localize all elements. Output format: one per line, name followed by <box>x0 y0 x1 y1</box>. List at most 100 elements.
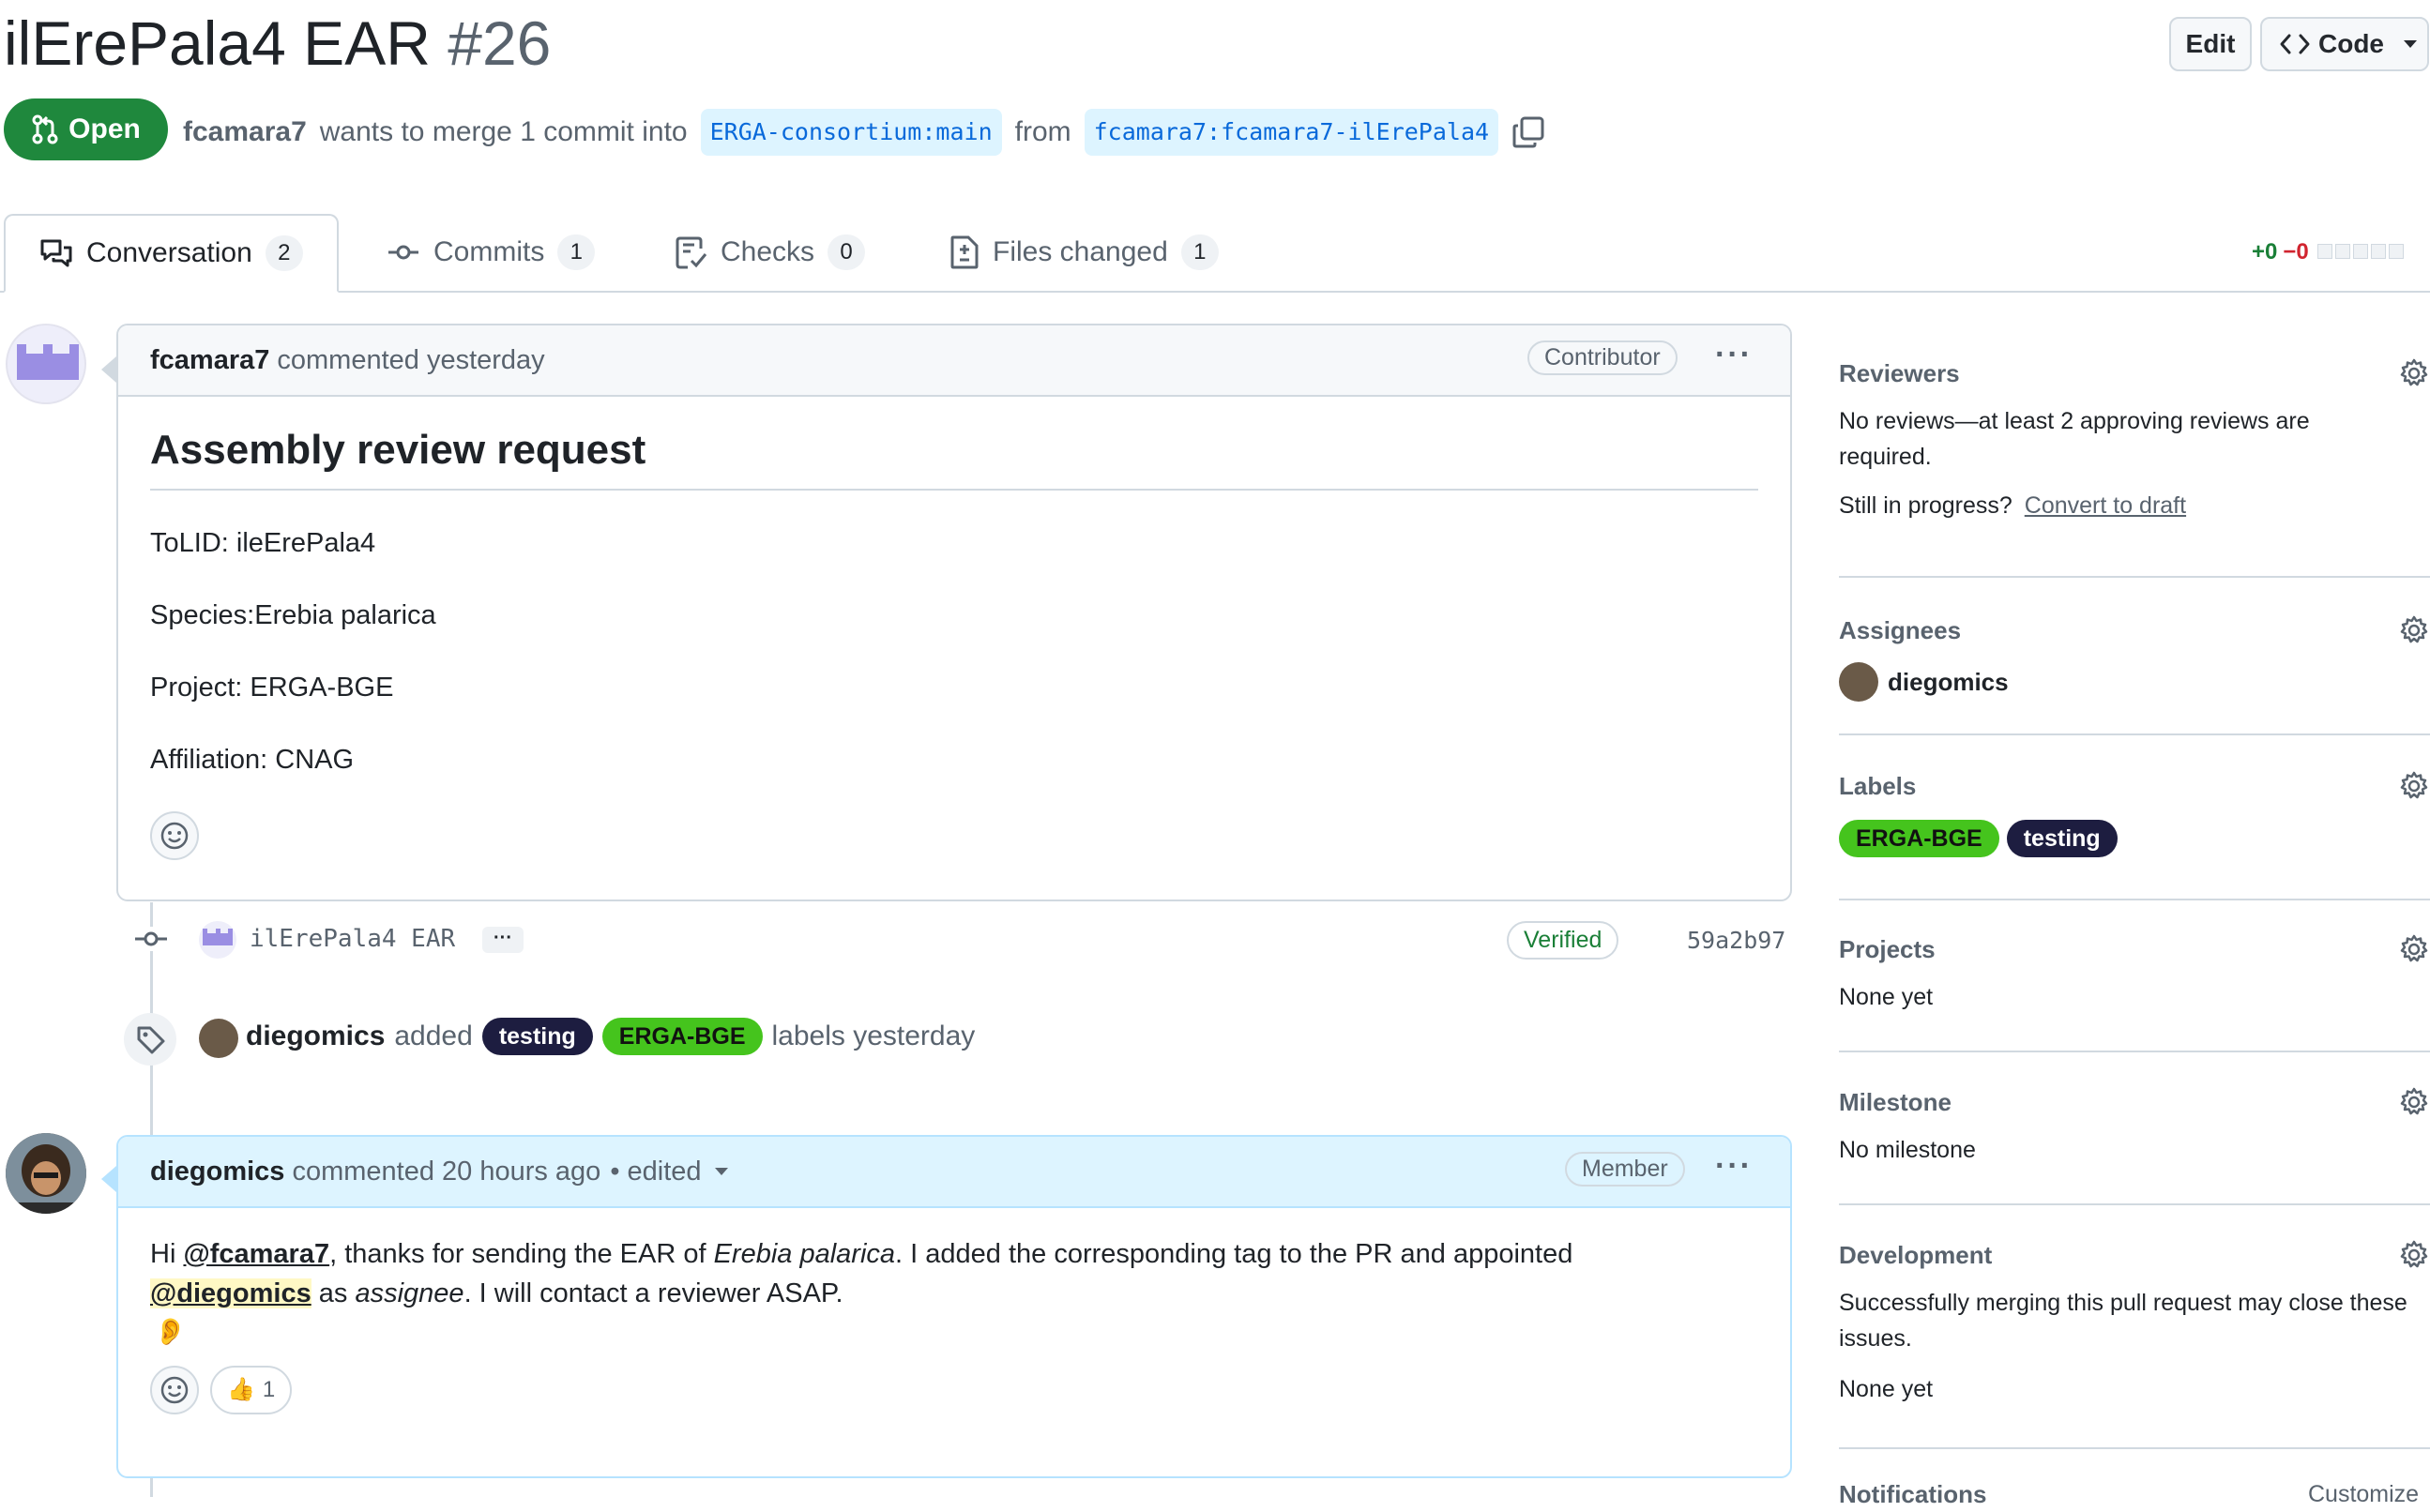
development-text: Successfully merging this pull request m… <box>1839 1290 2407 1352</box>
tab-counter: 2 <box>265 235 303 271</box>
text-run: . I added the corresponding tag to the P… <box>895 1239 1573 1269</box>
edit-button[interactable]: Edit <box>2169 17 2252 71</box>
edit-label: Edit <box>2185 29 2236 58</box>
projects-text: None yet <box>1839 984 1934 1010</box>
role-badge-contributor: Contributor <box>1527 340 1678 375</box>
expand-commit-button[interactable]: ··· <box>482 927 524 953</box>
tag-event-badge <box>124 1013 176 1066</box>
assignee-row[interactable]: diegomics <box>1839 662 2430 702</box>
pr-title-text: ilErePala4 EAR <box>4 8 431 78</box>
thumbs-up-reaction[interactable]: 👍 1 <box>210 1366 293 1414</box>
commit-message-link[interactable]: ilErePala4 EAR <box>250 925 455 953</box>
avatar-photo <box>6 1133 86 1214</box>
state-badge-open: Open <box>4 98 168 160</box>
labels-list: ERGA-BGE testing <box>1839 820 2430 857</box>
code-label: Code <box>2318 29 2384 58</box>
comment-author[interactable]: diegomics <box>150 1157 284 1187</box>
projects-title[interactable]: Projects <box>1839 930 2430 968</box>
species-italic: Erebia palarica <box>713 1239 896 1269</box>
avatar-diegomics[interactable] <box>199 1019 238 1058</box>
add-reaction-button[interactable] <box>150 811 199 860</box>
event-actor[interactable]: diegomics <box>246 1015 385 1058</box>
comment-pointer <box>101 356 116 383</box>
tab-bar: Conversation 2 Commits 1 Checks 0 Files … <box>0 214 2430 293</box>
customize-link[interactable]: Customize <box>2308 1476 2419 1512</box>
label-erga-bge[interactable]: ERGA-BGE <box>1839 820 1999 857</box>
body-line: Species:Erebia palarica <box>150 600 436 630</box>
comment-timestamp[interactable]: commented yesterday <box>277 345 544 376</box>
additions-count: +0 <box>2252 239 2278 265</box>
identicon <box>17 344 79 380</box>
tab-checks[interactable]: Checks 0 <box>676 214 866 291</box>
reviewers-title[interactable]: Reviewers <box>1839 355 2430 392</box>
convert-to-draft-link[interactable]: Convert to draft <box>2025 492 2186 519</box>
mention-diegomics[interactable]: @diegomics <box>150 1278 311 1308</box>
diffstat-bar <box>2315 239 2404 265</box>
gear-icon[interactable] <box>2398 614 2430 646</box>
sidebar-reviewers: Reviewers No reviews—at least 2 approvin… <box>1839 355 2430 523</box>
gear-icon[interactable] <box>2398 1239 2430 1271</box>
text-run: , thanks for sending the EAR of <box>329 1239 714 1269</box>
tab-files-changed[interactable]: Files changed 1 <box>949 214 1219 291</box>
add-reaction-button[interactable] <box>150 1366 199 1414</box>
tab-counter: 1 <box>1180 234 1219 270</box>
gear-icon[interactable] <box>2398 770 2430 802</box>
merge-text: wants to merge 1 commit into <box>319 116 688 147</box>
verified-badge[interactable]: Verified <box>1507 921 1619 960</box>
base-branch[interactable]: ERGA-consortium:main <box>700 109 1002 156</box>
avatar-commit-author[interactable] <box>199 921 236 959</box>
comment-author[interactable]: fcamara7 <box>150 345 269 376</box>
tab-counter: 0 <box>828 234 866 270</box>
edited-dropdown[interactable]: • edited <box>610 1157 701 1187</box>
git-commit-icon <box>133 927 169 951</box>
text-run: as <box>311 1278 356 1308</box>
role-badge-member: Member <box>1565 1152 1685 1187</box>
reaction-count: 1 <box>262 1377 276 1402</box>
deletions-count: −0 <box>2283 239 2309 265</box>
label-testing[interactable]: testing <box>2006 820 2118 857</box>
comment-discussion-icon <box>40 239 72 267</box>
gear-icon[interactable] <box>2398 933 2430 965</box>
avatar-diegomics-large[interactable] <box>6 1133 86 1214</box>
comment-timestamp[interactable]: commented 20 hours ago <box>292 1157 600 1187</box>
assignees-title[interactable]: Assignees <box>1839 612 2430 649</box>
avatar-fcamara7[interactable] <box>6 324 86 404</box>
head-branch[interactable]: fcamara7:fcamara7-ilErePala4 <box>1084 109 1499 156</box>
commit-sha-link[interactable]: 59a2b97 <box>1687 927 1785 954</box>
assignee-name: diegomics <box>1888 667 2009 696</box>
copy-icon[interactable] <box>1511 115 1545 149</box>
sidebar-divider <box>1839 1447 2430 1449</box>
draft-prompt: Still in progress? <box>1839 492 2012 519</box>
comment-pointer <box>101 1166 116 1192</box>
diffstat: +0 −0 <box>2252 239 2404 265</box>
kebab-icon[interactable]: ··· <box>1715 337 1753 373</box>
label-event: diegomics added testing ERGA-BGE labels … <box>246 1015 975 1058</box>
labels-title[interactable]: Labels <box>1839 767 2430 805</box>
caret-down-icon[interactable] <box>713 1166 730 1177</box>
sidebar-labels: Labels ERGA-BGE testing <box>1839 767 2430 857</box>
state-label: Open <box>68 113 141 144</box>
identicon <box>203 929 233 945</box>
thumbs-up-icon: 👍 <box>227 1377 255 1402</box>
pr-author-link[interactable]: fcamara7 <box>183 111 307 154</box>
label-erga-bge[interactable]: ERGA-BGE <box>601 1018 763 1055</box>
tab-conversation[interactable]: Conversation 2 <box>4 214 339 293</box>
tab-commits[interactable]: Commits 1 <box>387 214 596 291</box>
event-suffix[interactable]: labels yesterday <box>772 1015 976 1058</box>
label-testing[interactable]: testing <box>481 1018 593 1055</box>
event-verb: added <box>394 1021 473 1051</box>
gear-icon[interactable] <box>2398 1086 2430 1118</box>
mention-fcamara7[interactable]: @fcamara7 <box>183 1239 329 1269</box>
sidebar-milestone: Milestone No milestone <box>1839 1083 2430 1168</box>
comment-header: fcamara7 commented yesterday Contributor… <box>118 325 1790 397</box>
kebab-icon[interactable]: ··· <box>1715 1148 1753 1185</box>
pr-number: #26 <box>448 8 552 78</box>
gear-icon[interactable] <box>2398 357 2430 389</box>
text-run: . I will contact a reviewer ASAP. <box>463 1278 843 1308</box>
development-none: None yet <box>1839 1376 1934 1402</box>
body-line: Project: ERGA-BGE <box>150 673 394 703</box>
file-diff-icon <box>950 235 979 269</box>
code-button[interactable]: Code <box>2260 17 2429 71</box>
development-title[interactable]: Development <box>1839 1236 2430 1274</box>
milestone-title[interactable]: Milestone <box>1839 1083 2430 1121</box>
